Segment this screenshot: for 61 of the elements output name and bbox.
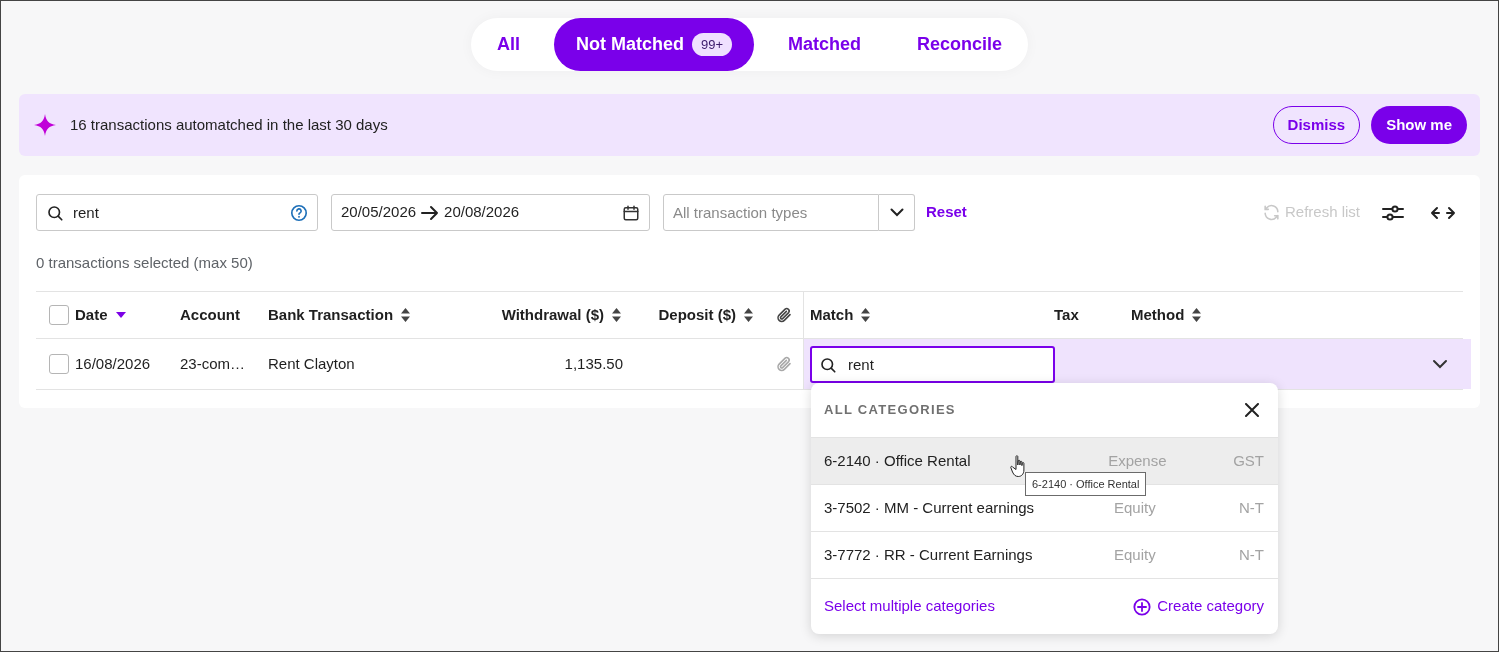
refresh-icon [1261,203,1281,222]
table-cell-text: 16/08/2026 [75,353,151,374]
hand-cursor-icon [1010,454,1028,478]
help-icon [290,204,308,222]
table-cell-text: Rent Clayton [268,353,355,374]
column-header[interactable]: Date [75,303,108,327]
expand-width-icon [1430,205,1456,220]
tax-code: GST [1233,450,1264,471]
tab[interactable]: Reconcile [895,18,1025,71]
reset-link[interactable]: Reset [926,201,967,224]
calendar-icon [622,203,640,222]
chevron-down-icon [889,208,904,217]
table-cell-text: 23-com… [180,353,246,374]
filter-settings-icon [1382,202,1404,223]
close-icon [1245,403,1259,417]
selection-count: 0 transactions selected (max 50) [36,254,254,272]
start-date: 20/05/2026 [341,202,417,223]
tax-code: N-T [1239,544,1264,565]
column-header[interactable]: Withdrawal ($) [501,303,604,327]
create-category-button[interactable]: Create category [1133,595,1264,618]
column-header[interactable]: Match [810,303,854,327]
column-header[interactable]: Method [1131,303,1185,327]
category-option[interactable]: 3-7772 · RR - Current Earnings Equity N-T [811,532,1278,579]
dropdown-title: ALL CATEGORIES [824,401,956,420]
select-multiple-link[interactable]: Select multiple categories [824,595,995,618]
match-search-field[interactable]: rent [810,345,1055,383]
table-cell-text: 1,135.50 [564,353,623,374]
category-type: Equity [1114,497,1157,518]
count-badge: 99+ [691,32,732,57]
tab[interactable]: All [474,18,542,71]
column-header[interactable]: Bank Transaction [268,303,394,327]
paperclip-icon [776,355,792,373]
date-range-field[interactable]: 20/05/2026 20/08/2026 [331,194,650,231]
banner-message: 16 transactions automatched in the last 30 days [70,114,389,135]
column-header[interactable]: Tax [1054,303,1079,327]
dropdown-toggle[interactable] [879,194,915,231]
category-type: Expense [1108,450,1168,471]
category-name: 6-2140 · Office Rental [824,450,971,471]
column-header[interactable]: Deposit ($) [658,303,736,327]
tooltip: 6-2140 · Office Rental [1025,472,1147,496]
search-field[interactable]: rent [36,194,318,231]
search-icon [46,204,64,222]
select-all-checkbox[interactable] [49,305,69,325]
checkbox[interactable] [49,354,69,374]
sparkle-icon [33,113,57,137]
tab[interactable]: Matched [766,18,883,71]
tab[interactable]: Not Matched 99+ [553,18,754,71]
category-name: 3-7772 · RR - Current Earnings [824,544,1033,565]
chevron-down-icon [1432,359,1448,369]
paperclip-icon [776,306,792,324]
category-type: Equity [1114,544,1157,565]
search-icon [819,355,837,374]
end-date: 20/08/2026 [444,202,521,223]
close-button[interactable] [1243,401,1261,419]
show-me-button[interactable]: Show me [1371,106,1467,144]
plus-circle-icon [1133,597,1152,616]
column-header[interactable]: Account [180,303,240,327]
arrow-right-icon [420,204,441,221]
tax-code: N-T [1239,497,1264,518]
transaction-type-field[interactable]: All transaction types [663,194,880,231]
category-name: 3-7502 · MM - Current earnings [824,497,1035,518]
